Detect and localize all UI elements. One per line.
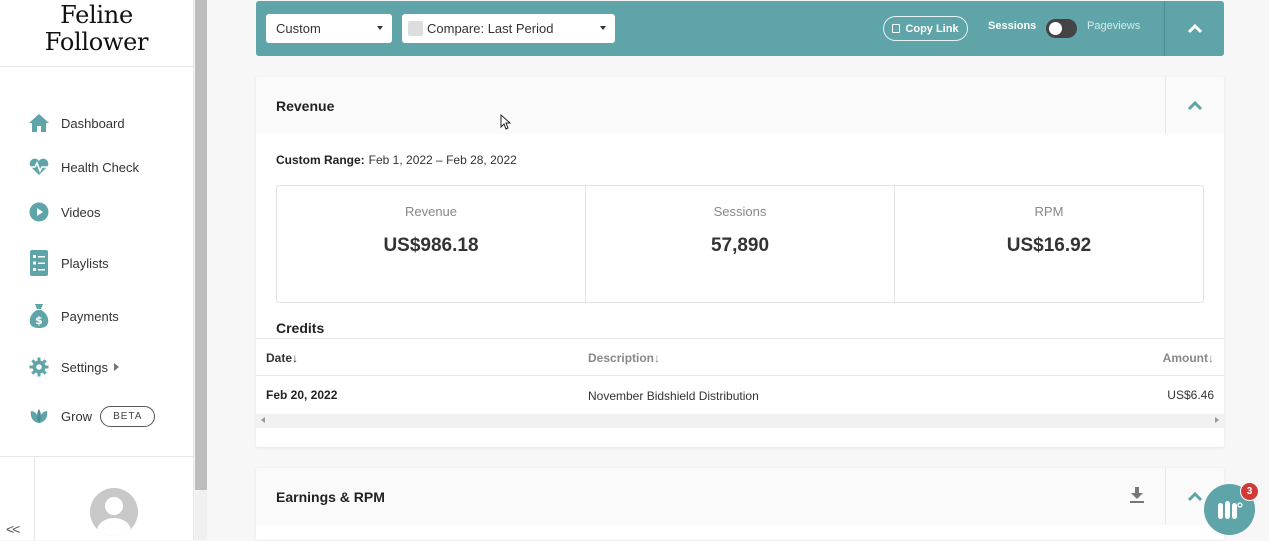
- compare-value: Compare: Last Period: [427, 21, 554, 36]
- sidebar-item-videos[interactable]: Videos: [28, 201, 101, 223]
- sidebar: Feline Follower Dashboard Health Check V…: [0, 0, 194, 541]
- sidebar-item-label: Grow: [61, 408, 93, 424]
- sidebar-item-grow[interactable]: Grow BETA: [28, 405, 156, 427]
- heartbeat-icon: [28, 156, 50, 178]
- chevron-up-icon: [1187, 491, 1203, 501]
- date-range-value: Custom: [276, 21, 321, 36]
- stat-value: 57,890: [710, 235, 770, 256]
- home-icon: [28, 112, 50, 134]
- collapse-revenue-button[interactable]: [1165, 77, 1224, 134]
- copy-link-label: Copy Link: [905, 22, 959, 35]
- earnings-card-header: Earnings & RPM: [256, 468, 1224, 525]
- date-range-select[interactable]: Custom: [266, 14, 392, 43]
- download-icon[interactable]: [1130, 487, 1144, 508]
- sidebar-item-dashboard[interactable]: Dashboard: [28, 112, 125, 134]
- sidebar-item-label: Health Check: [61, 159, 140, 175]
- cell-description: November Bidshield Distribution: [588, 389, 759, 403]
- card-title: Earnings & RPM: [276, 489, 385, 505]
- sidebar-item-health-check[interactable]: Health Check: [28, 156, 139, 178]
- table-horizontal-scrollbar[interactable]: [256, 414, 1224, 428]
- collapse-sidebar-icon[interactable]: <<: [6, 521, 20, 537]
- scroll-left-icon[interactable]: [261, 417, 265, 423]
- copy-icon: [892, 24, 901, 33]
- brand-line-2: Follower: [44, 28, 149, 56]
- custom-range-value: Feb 1, 2022 – Feb 28, 2022: [368, 153, 517, 167]
- play-icon: [28, 201, 50, 223]
- sidebar-item-label: Payments: [61, 308, 119, 324]
- stat-sessions: Sessions 57,890: [586, 186, 895, 302]
- filter-bar: Custom Compare: Last Period Copy Link Se…: [256, 1, 1224, 56]
- caret-down-icon: [600, 26, 606, 30]
- avatar[interactable]: [90, 488, 138, 536]
- cell-amount: US$6.46: [1167, 388, 1214, 402]
- stat-value: US$986.18: [383, 235, 479, 256]
- sidebar-item-label: Videos: [61, 204, 101, 220]
- sidebar-item-label: Settings: [61, 359, 108, 375]
- revenue-card-header: Revenue: [256, 77, 1224, 134]
- stat-revenue: Revenue US$986.18: [277, 186, 586, 302]
- mouse-cursor-icon: [500, 114, 511, 130]
- column-header-amount[interactable]: Amount↓: [1163, 351, 1214, 365]
- sidebar-item-label: Dashboard: [61, 115, 125, 131]
- caret-right-icon: [113, 363, 119, 371]
- revenue-card: Revenue Custom Range: Feb 1, 2022 – Feb 2…: [256, 77, 1224, 447]
- chevron-up-icon: [1187, 100, 1203, 110]
- sidebar-item-settings[interactable]: Settings: [28, 356, 119, 378]
- compare-checkbox[interactable]: [408, 21, 423, 36]
- beta-badge: BETA: [100, 405, 156, 427]
- leaf-icon: [28, 405, 50, 427]
- compare-select[interactable]: Compare: Last Period: [402, 14, 615, 43]
- sessions-pageviews-toggle[interactable]: [1046, 19, 1077, 38]
- sidebar-item-label: Playlists: [61, 255, 109, 271]
- credits-table: Date↓ Description↓ Amount↓ Feb 20, 2022 …: [256, 338, 1224, 412]
- sidebar-scrollbar[interactable]: [195, 0, 207, 540]
- toggle-label-sessions: Sessions: [988, 20, 1037, 32]
- toggle-label-pageviews: Pageviews: [1087, 20, 1141, 32]
- sidebar-footer: <<: [0, 456, 194, 541]
- card-title: Revenue: [276, 98, 335, 114]
- stat-value: US$16.92: [1006, 235, 1092, 256]
- table-header-row: Date↓ Description↓ Amount↓: [256, 338, 1224, 375]
- list-icon: [28, 250, 50, 276]
- custom-range: Custom Range: Feb 1, 2022 – Feb 28, 2022: [276, 153, 517, 167]
- collapse-filters-button[interactable]: [1165, 1, 1224, 56]
- money-bag-icon: $: [28, 303, 50, 329]
- stat-rpm: RPM US$16.92: [895, 186, 1203, 302]
- earnings-rpm-card: Earnings & RPM: [256, 468, 1224, 540]
- column-header-description[interactable]: Description↓: [588, 351, 660, 365]
- stat-label: RPM: [1034, 204, 1064, 219]
- copy-link-button[interactable]: Copy Link: [883, 16, 968, 41]
- chevron-up-icon: [1187, 23, 1202, 33]
- credits-title: Credits: [276, 320, 325, 336]
- custom-range-label: Custom Range:: [276, 153, 365, 167]
- column-header-date[interactable]: Date↓: [266, 351, 298, 365]
- cell-date: Feb 20, 2022: [266, 388, 338, 402]
- brand-logo[interactable]: Feline Follower: [0, 0, 193, 67]
- gear-icon: [28, 356, 50, 378]
- stat-label: Sessions: [713, 204, 767, 219]
- sidebar-item-payments[interactable]: $ Payments: [28, 303, 119, 329]
- sidebar-item-playlists[interactable]: Playlists: [28, 250, 109, 276]
- notification-badge: 3: [1240, 482, 1259, 501]
- chat-logo-icon: [1217, 500, 1243, 519]
- stats-panel: Revenue US$986.18 Sessions 57,890 RPM US…: [276, 185, 1204, 303]
- svg-text:$: $: [35, 314, 43, 327]
- caret-down-icon: [377, 26, 383, 30]
- divider: [34, 457, 35, 541]
- stat-label: Revenue: [404, 204, 458, 219]
- scroll-right-icon[interactable]: [1215, 417, 1219, 423]
- brand-line-1: Feline: [60, 1, 133, 29]
- table-row: Feb 20, 2022 November Bidshield Distribu…: [256, 375, 1224, 412]
